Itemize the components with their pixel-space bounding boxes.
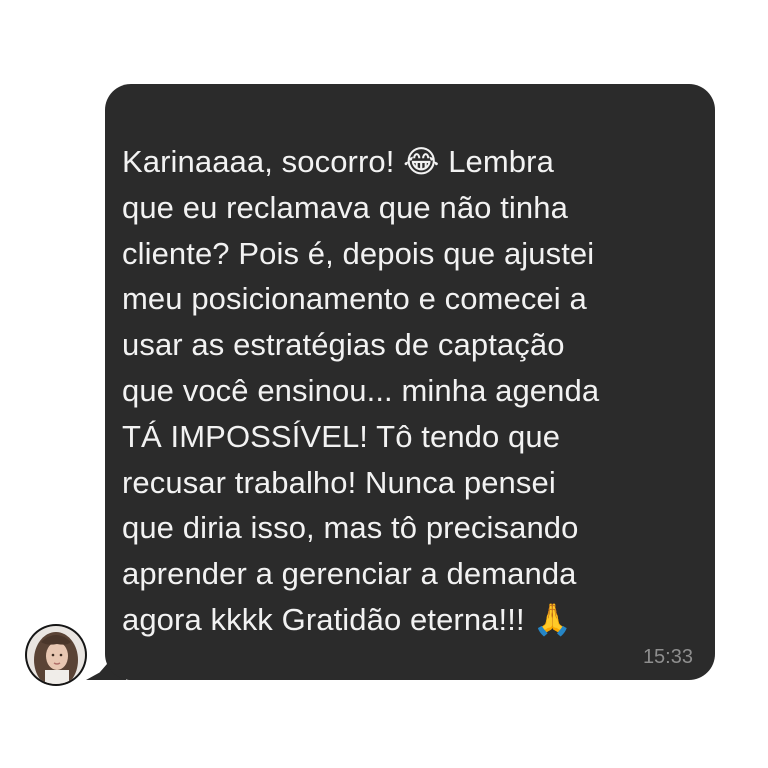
message-timestamp: 15:33	[642, 646, 693, 668]
message-text-part-1: Karinaaaa, socorro!	[122, 144, 404, 179]
profile-photo-icon	[27, 626, 85, 684]
laughing-tears-emoji-icon: 😂	[403, 144, 440, 179]
message-bubble[interactable]: Karinaaaa, socorro! 😂 Lembra que eu recl…	[105, 84, 715, 680]
message-text: Karinaaaa, socorro! 😂 Lembra que eu recl…	[122, 139, 707, 643]
sender-avatar[interactable]	[25, 624, 87, 686]
message-text-part-2: Lembra que eu reclamava que não tinha cl…	[122, 144, 600, 637]
praying-hands-emoji-icon: 🙏	[533, 601, 573, 637]
